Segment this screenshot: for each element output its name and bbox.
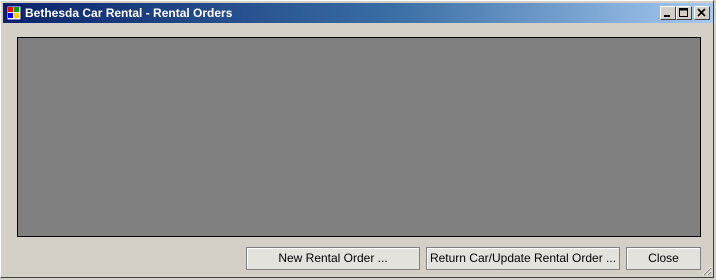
return-car-update-rental-order-button[interactable]: Return Car/Update Rental Order ... [426, 247, 620, 270]
rental-orders-list[interactable] [17, 37, 701, 237]
main-window: Bethesda Car Rental - Rental Orders New … [0, 0, 714, 278]
maximize-icon [679, 8, 688, 17]
window-title: Bethesda Car Rental - Rental Orders [25, 6, 233, 20]
maximize-button[interactable] [676, 6, 692, 20]
close-button[interactable]: Close [626, 247, 701, 270]
new-rental-order-button[interactable]: New Rental Order ... [246, 247, 420, 270]
minimize-button[interactable] [660, 6, 676, 20]
title-bar[interactable]: Bethesda Car Rental - Rental Orders [3, 3, 713, 23]
close-icon [697, 8, 706, 17]
close-window-button[interactable] [694, 6, 710, 20]
minimize-icon [664, 15, 670, 17]
resize-grip-icon[interactable] [700, 264, 712, 276]
caption-buttons [660, 5, 710, 21]
app-window-icon[interactable] [6, 5, 22, 21]
